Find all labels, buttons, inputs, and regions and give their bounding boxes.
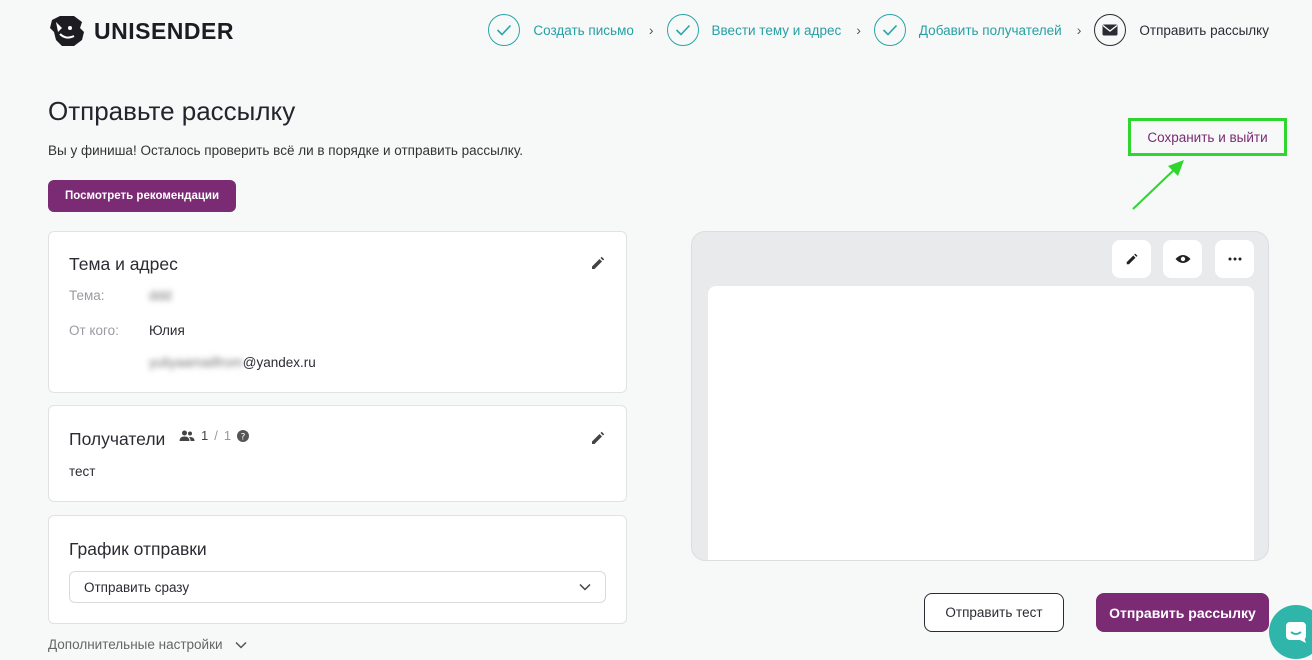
preview-content [708, 286, 1254, 560]
view-preview-button[interactable] [1163, 240, 1202, 278]
schedule-card: График отправки Отправить сразу [48, 515, 627, 624]
check-icon [873, 14, 906, 46]
dog-logo-icon [50, 16, 84, 46]
chevron-right-icon: › [1076, 22, 1082, 38]
step-label: Ввести тему и адрес [711, 22, 842, 38]
page-subtitle: Вы у финиша! Осталось проверить всё ли в… [48, 143, 523, 158]
recipients-count-divider: / [214, 428, 218, 443]
more-options-button[interactable] [1215, 240, 1254, 278]
send-campaign-button[interactable]: Отправить рассылку [1096, 593, 1269, 632]
chevron-down-icon [579, 583, 591, 591]
recipients-count-value: 1 [201, 428, 209, 443]
check-icon [666, 14, 699, 46]
from-email-user: yuliyaamailfrom [149, 355, 243, 370]
step-label: Отправить рассылку [1139, 22, 1269, 38]
send-test-button[interactable]: Отправить тест [924, 593, 1064, 632]
from-name: Юлия [149, 323, 185, 338]
logo[interactable]: UNISENDER [48, 14, 234, 48]
save-and-exit-link[interactable]: Сохранить и выйти [1128, 118, 1287, 156]
chevron-right-icon: › [648, 22, 654, 38]
step-subject-address[interactable]: Ввести тему и адрес [666, 14, 842, 46]
help-icon[interactable]: ? [237, 429, 250, 442]
page-title: Отправьте рассылку [48, 96, 296, 126]
chat-icon [1286, 622, 1306, 643]
pencil-icon [1126, 253, 1137, 265]
schedule-select[interactable]: Отправить сразу [69, 571, 606, 603]
extra-settings-toggle[interactable]: Дополнительные настройки [48, 637, 247, 652]
step-send-campaign: Отправить рассылку [1094, 14, 1269, 46]
eye-icon [1175, 255, 1190, 263]
users-icon [179, 430, 195, 441]
check-icon [488, 14, 521, 46]
pencil-icon[interactable] [590, 430, 606, 446]
chat-widget-button[interactable] [1269, 605, 1312, 659]
step-label: Добавить получателей [918, 22, 1062, 38]
chevron-down-icon [235, 641, 247, 649]
card-title: Получатели [69, 429, 166, 449]
edit-preview-button[interactable] [1112, 240, 1151, 278]
from-label: От кого: [69, 323, 119, 338]
recipients-count: 1 / 1 ? [179, 428, 250, 443]
more-dots-icon [1228, 257, 1241, 261]
step-add-recipients[interactable]: Добавить получателей [873, 14, 1062, 46]
subject-label: Тема: [69, 288, 105, 303]
step-label: Создать письмо [533, 22, 634, 38]
chevron-right-icon: › [856, 22, 861, 38]
recipients-count-total: 1 [223, 428, 232, 443]
svg-text:?: ? [241, 432, 246, 442]
wizard-steps: Создать письмо › Ввести тему и адрес › Д… [488, 13, 1269, 47]
pencil-icon[interactable] [590, 255, 606, 271]
annotation-arrow-icon [1132, 160, 1184, 210]
recommendations-button[interactable]: Посмотреть рекомендации [48, 180, 237, 212]
recipients-list-name: тест [69, 464, 96, 479]
extra-settings-label: Дополнительные настройки [48, 637, 223, 652]
save-and-exit-label: Сохранить и выйти [1147, 129, 1268, 145]
recipients-card: Получатели 1 / 1 ? тест [48, 405, 627, 502]
envelope-icon [1094, 14, 1127, 46]
card-title: Тема и адрес [69, 254, 178, 274]
subject-value: ddd [149, 288, 172, 303]
card-title: График отправки [69, 539, 207, 559]
email-preview [691, 231, 1269, 561]
from-email-domain: @yandex.ru [242, 355, 316, 370]
from-email: yuliyaamailfrom@yandex.ru [149, 355, 316, 370]
logo-text: UNISENDER [94, 17, 234, 44]
step-create-letter[interactable]: Создать письмо [488, 14, 634, 46]
subject-address-card: Тема и адрес Тема: ddd От кого: Юлия yul… [48, 231, 627, 393]
schedule-selected-value: Отправить сразу [84, 579, 190, 595]
